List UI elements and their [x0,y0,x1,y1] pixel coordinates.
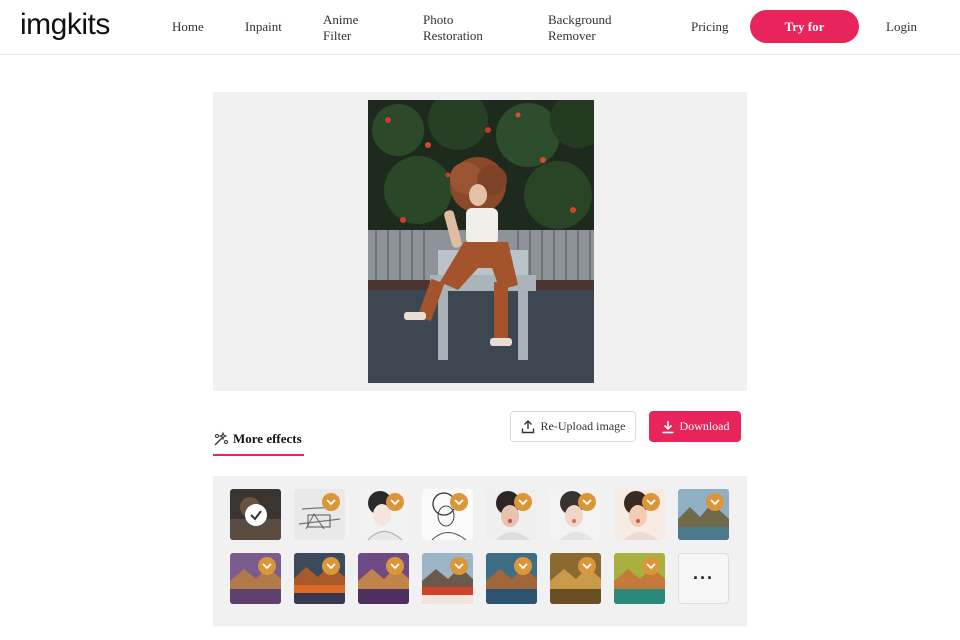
effects-grid: ··· [213,476,747,626]
effect-thumb-landscape-green[interactable] [614,553,665,604]
premium-badge-icon [642,493,660,511]
download-label: Download [679,419,730,433]
effect-thumb-landscape-blue[interactable] [678,489,729,540]
more-effects-button[interactable]: ··· [678,553,729,604]
selected-check-icon [245,504,267,526]
premium-badge-icon [322,493,340,511]
try-for-button[interactable]: Try for [750,10,859,43]
nav-inpaint[interactable]: Inpaint [245,19,282,35]
reupload-image-button[interactable]: Re-Upload image [510,411,636,442]
effect-thumb-portrait-sketch[interactable] [358,489,409,540]
nav-login[interactable]: Login [886,19,917,35]
image-preview-panel [213,92,747,391]
upload-icon [521,419,534,433]
premium-badge-icon [450,493,468,511]
premium-badge-icon [514,493,532,511]
preview-photo [368,100,594,383]
nav-anime-filter[interactable]: Anime Filter [323,12,383,44]
effect-thumb-color-portrait[interactable] [486,489,537,540]
download-icon [662,420,673,433]
download-button[interactable]: Download [649,411,741,442]
premium-badge-icon [514,557,532,575]
effect-thumb-landscape-purple[interactable] [230,553,281,604]
premium-badge-icon [322,557,340,575]
premium-badge-icon [386,557,404,575]
tab-more-effects[interactable]: More effects [213,428,304,456]
effect-thumb-landscape-gold[interactable] [550,553,601,604]
nav-pricing[interactable]: Pricing [691,19,729,35]
imgkits-logo[interactable]: imgkits [20,8,110,42]
premium-badge-icon [578,493,596,511]
more-effects-label: More effects [233,431,302,446]
premium-badge-icon [386,493,404,511]
effect-thumb-line-art[interactable] [422,489,473,540]
effect-thumb-landscape-teal[interactable] [486,553,537,604]
reupload-label: Re-Upload image [540,419,626,433]
woman-on-chair-photo [368,100,594,383]
nav-photo-restoration[interactable]: Photo Restoration [423,12,503,44]
nav-home[interactable]: Home [172,19,204,35]
magic-wand-icon [214,431,228,446]
effect-thumb-original[interactable] [230,489,281,540]
nav-background-remover[interactable]: Background Remover [548,12,628,44]
effect-thumb-pencil-sketch[interactable] [294,489,345,540]
effect-thumb-landscape-violet[interactable] [358,553,409,604]
effect-thumb-landscape-orange[interactable] [294,553,345,604]
premium-badge-icon [258,557,276,575]
premium-badge-icon [450,557,468,575]
effect-thumb-landscape-red[interactable] [422,553,473,604]
premium-badge-icon [706,493,724,511]
effect-thumb-soft-portrait[interactable] [550,489,601,540]
top-navbar: imgkits Home Inpaint Anime Filter Photo … [0,0,960,55]
premium-badge-icon [578,557,596,575]
premium-badge-icon [642,557,660,575]
effect-thumb-warm-portrait[interactable] [614,489,665,540]
